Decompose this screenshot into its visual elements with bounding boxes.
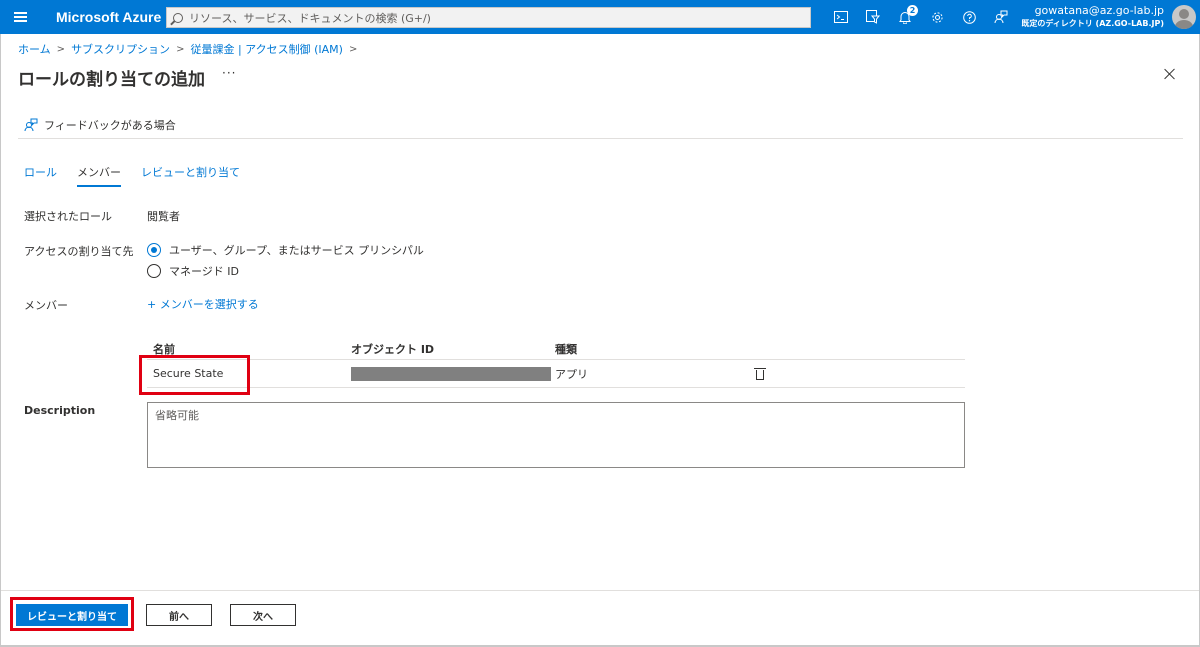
table-header: 名前 オブジェクト ID 種類	[147, 338, 965, 360]
close-icon[interactable]	[1162, 66, 1178, 82]
page-title: ロールの割り当ての追加	[18, 70, 205, 90]
column-header-object-id: オブジェクト ID	[351, 342, 435, 356]
hamburger-icon	[13, 12, 27, 22]
radio-managed-id[interactable]: マネージド ID	[147, 263, 239, 279]
selected-role-value: 閲覧者	[147, 210, 180, 223]
tab-members[interactable]: メンバー	[77, 164, 121, 187]
account-email: gowatana@az.go-lab.jp	[1034, 4, 1164, 17]
chevron-right-icon: >	[56, 43, 66, 55]
highlight-box	[139, 355, 250, 395]
radio-user-group-sp[interactable]: ユーザー、グループ、またはサービス プリンシパル	[147, 242, 424, 258]
chevron-right-icon: >	[176, 43, 185, 55]
terminal-icon	[834, 11, 848, 23]
feedback-button[interactable]	[985, 0, 1017, 34]
menu-button[interactable]	[0, 0, 40, 34]
account-directory: 既定のディレクトリ (AZ.GO-LAB.JP)	[1021, 19, 1164, 28]
members-label: メンバー	[24, 299, 68, 312]
tab-bar: ロール メンバー レビューと割り当て	[24, 164, 260, 187]
tab-review-assign[interactable]: レビューと割り当て	[141, 164, 240, 187]
directory-filter-button[interactable]	[857, 0, 889, 34]
radio-label: ユーザー、グループ、またはサービス プリンシパル	[169, 244, 424, 257]
column-header-type: 種類	[555, 342, 577, 356]
remove-member-button[interactable]	[754, 367, 785, 380]
object-id-cell	[351, 366, 555, 381]
footer-divider	[0, 590, 1200, 591]
feedback-person-icon	[24, 118, 38, 132]
description-input[interactable]: 省略可能	[147, 402, 965, 468]
highlight-box	[10, 597, 134, 631]
account-menu[interactable]: gowatana@az.go-lab.jp 既定のディレクトリ (AZ.GO-L…	[1021, 4, 1164, 29]
selected-role-label: 選択されたロール	[24, 210, 112, 223]
notification-badge: 2	[907, 5, 918, 16]
settings-button[interactable]	[921, 0, 953, 34]
feedback-label: フィードバックがある場合	[44, 119, 176, 132]
window-frame	[0, 34, 1, 647]
radio-label: マネージド ID	[169, 265, 239, 278]
chevron-right-icon: >	[348, 43, 358, 55]
radio-indicator	[147, 264, 161, 278]
description-label: Description	[24, 404, 96, 417]
member-type: アプリ	[555, 367, 588, 381]
more-options-button[interactable]: ···	[222, 66, 236, 80]
breadcrumb: ホーム > サブスクリプション > 従量課金 | アクセス制御 (IAM) >	[18, 41, 363, 57]
previous-button[interactable]: 前へ	[146, 604, 212, 626]
avatar[interactable]	[1172, 5, 1196, 29]
table-row: Secure State アプリ	[147, 360, 965, 388]
radio-selected-indicator	[147, 243, 161, 257]
breadcrumb-home[interactable]: ホーム	[18, 41, 51, 57]
help-button[interactable]	[953, 0, 985, 34]
top-bar: Microsoft Azure リソース、サービス、ドキュメントの検索 (G+/…	[0, 0, 1200, 34]
tab-role[interactable]: ロール	[24, 164, 57, 187]
breadcrumb-iam[interactable]: 従量課金 | アクセス制御 (IAM)	[190, 41, 343, 57]
cloud-shell-button[interactable]	[825, 0, 857, 34]
assign-to-label: アクセスの割り当て先	[24, 245, 134, 258]
feedback-person-icon	[994, 10, 1008, 24]
redacted-object-id	[351, 366, 551, 381]
brand-link[interactable]: Microsoft Azure	[40, 9, 164, 25]
filter-icon	[866, 10, 880, 24]
breadcrumb-subscriptions[interactable]: サブスクリプション	[71, 41, 170, 57]
notifications-button[interactable]: 2	[889, 0, 921, 34]
search-icon	[173, 12, 183, 23]
select-members-link[interactable]: + メンバーを選択する	[147, 296, 259, 312]
gear-icon	[931, 11, 943, 23]
divider	[18, 138, 1183, 139]
feedback-link[interactable]: フィードバックがある場合	[24, 117, 176, 133]
help-icon	[962, 10, 976, 24]
search-placeholder: リソース、サービス、ドキュメントの検索 (G+/)	[189, 11, 431, 25]
next-button[interactable]: 次へ	[230, 604, 296, 626]
members-table: 名前 オブジェクト ID 種類 Secure State アプリ	[147, 338, 965, 388]
trash-icon	[754, 367, 766, 380]
search-input[interactable]: リソース、サービス、ドキュメントの検索 (G+/)	[166, 7, 811, 28]
